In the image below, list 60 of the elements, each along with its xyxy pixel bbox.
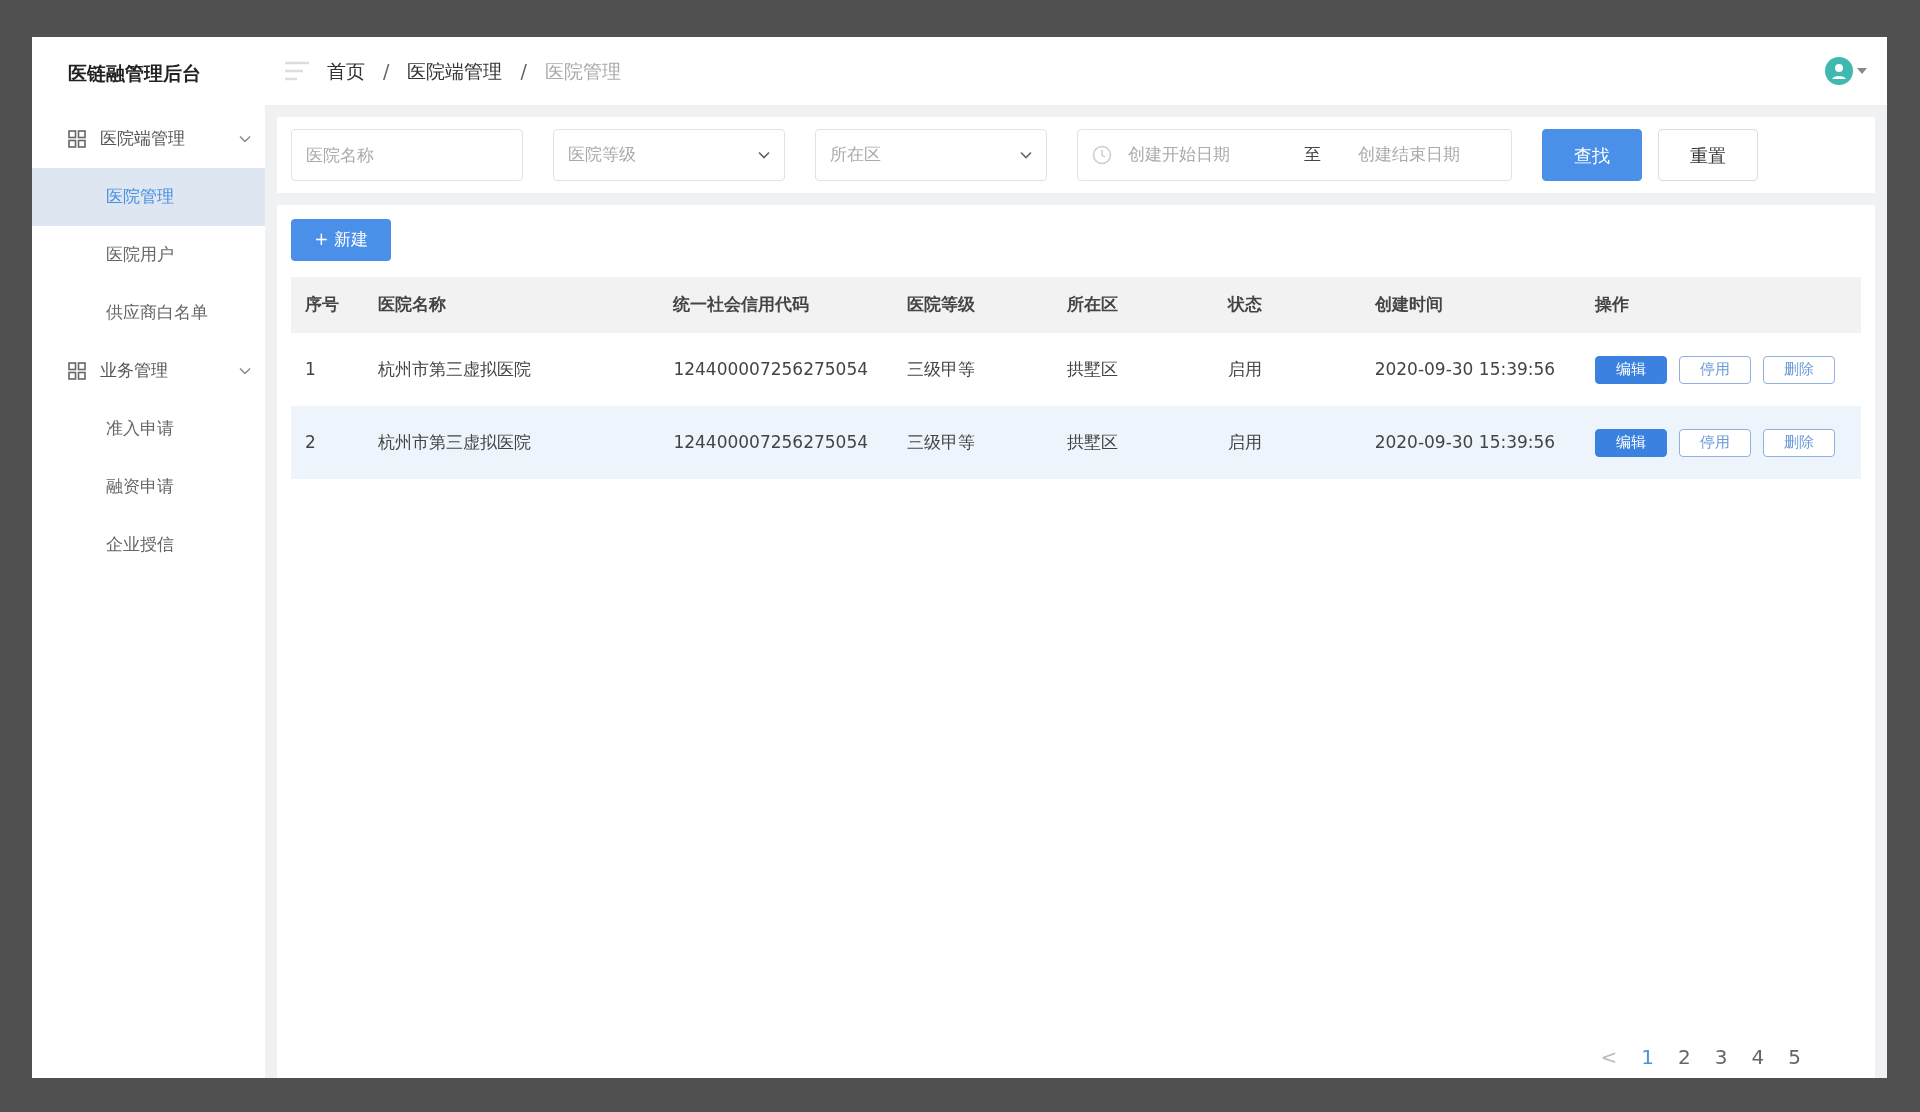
- menu-icon: [285, 61, 309, 81]
- table-cell: 2020-09-30 15:39:56: [1360, 406, 1581, 479]
- sidebar-item[interactable]: 医院用户: [32, 225, 265, 284]
- table-cell: 2: [291, 406, 365, 479]
- sidebar-item[interactable]: 融资申请: [32, 457, 265, 516]
- page-number[interactable]: 1: [1641, 1042, 1655, 1072]
- sidebar-item[interactable]: 供应商白名单: [32, 283, 265, 342]
- chevron-icon: [239, 134, 251, 143]
- sidebar-item[interactable]: 企业授信: [32, 515, 265, 574]
- breadcrumb-link[interactable]: 医院端管理: [407, 56, 503, 86]
- clock-icon: [1092, 145, 1112, 165]
- page-number[interactable]: 5: [1788, 1042, 1801, 1072]
- column-header: 医院等级: [892, 277, 1054, 333]
- reset-button[interactable]: 重置: [1658, 129, 1758, 181]
- new-button[interactable]: + 新建: [291, 219, 391, 261]
- table-cell: 拱墅区: [1053, 406, 1215, 479]
- column-header: 操作: [1580, 277, 1861, 333]
- breadcrumb-separator: /: [383, 58, 390, 84]
- chevron-icon: [1020, 151, 1032, 159]
- brand-title: 医链融管理后台: [67, 61, 202, 86]
- name-field[interactable]: 医院名称: [291, 129, 523, 181]
- column-header: 状态: [1214, 277, 1361, 333]
- table-cell: 124400007256275054: [659, 333, 893, 406]
- chevron-icon: [239, 366, 251, 375]
- column-header: 序号: [291, 277, 365, 333]
- date-range-field[interactable]: 创建开始日期 至 创建结束日期: [1077, 129, 1512, 181]
- breadcrumb-separator: /: [520, 58, 527, 84]
- table-cell: 1: [291, 333, 365, 406]
- sidebar-item[interactable]: 准入申请: [32, 399, 265, 458]
- delete-button[interactable]: 删除: [1762, 428, 1835, 457]
- page-number[interactable]: 2: [1678, 1042, 1691, 1072]
- table-cell: 三级甲等: [892, 406, 1054, 479]
- sidebar-group[interactable]: 业务管理: [32, 341, 265, 400]
- edit-button[interactable]: 编辑: [1594, 428, 1667, 457]
- page-number[interactable]: 4: [1751, 1042, 1765, 1072]
- search-button[interactable]: 查找: [1542, 129, 1642, 181]
- page-number[interactable]: 3: [1714, 1042, 1728, 1072]
- table-cell: 启用: [1214, 333, 1361, 406]
- table-cell: 启用: [1214, 406, 1361, 479]
- column-header: 创建时间: [1360, 277, 1581, 333]
- column-header: 所在区: [1053, 277, 1215, 333]
- table-cell: 拱墅区: [1053, 333, 1215, 406]
- caret-icon: [1857, 68, 1867, 74]
- column-header: 医院名称: [364, 277, 660, 333]
- avatar-icon: [1825, 57, 1853, 85]
- chevron-icon: [758, 151, 770, 159]
- grid-icon: [68, 129, 86, 148]
- table-cell: 124400007256275054: [659, 406, 893, 479]
- disable-button[interactable]: 停用: [1678, 428, 1751, 457]
- delete-button[interactable]: 删除: [1762, 355, 1835, 384]
- table-cell: 三级甲等: [892, 333, 1054, 406]
- table-cell: 杭州市第三虚拟医院: [364, 406, 660, 479]
- edit-button[interactable]: 编辑: [1594, 355, 1667, 384]
- disable-button[interactable]: 停用: [1678, 355, 1751, 384]
- table-cell: 杭州市第三虚拟医院: [364, 333, 660, 406]
- column-header: 统一社会信用代码: [659, 277, 893, 333]
- breadcrumb-link[interactable]: 首页: [327, 56, 365, 86]
- grid-icon: [68, 361, 86, 380]
- sidebar-group[interactable]: 医院端管理: [32, 109, 265, 168]
- table-cell: 2020-09-30 15:39:56: [1360, 333, 1581, 406]
